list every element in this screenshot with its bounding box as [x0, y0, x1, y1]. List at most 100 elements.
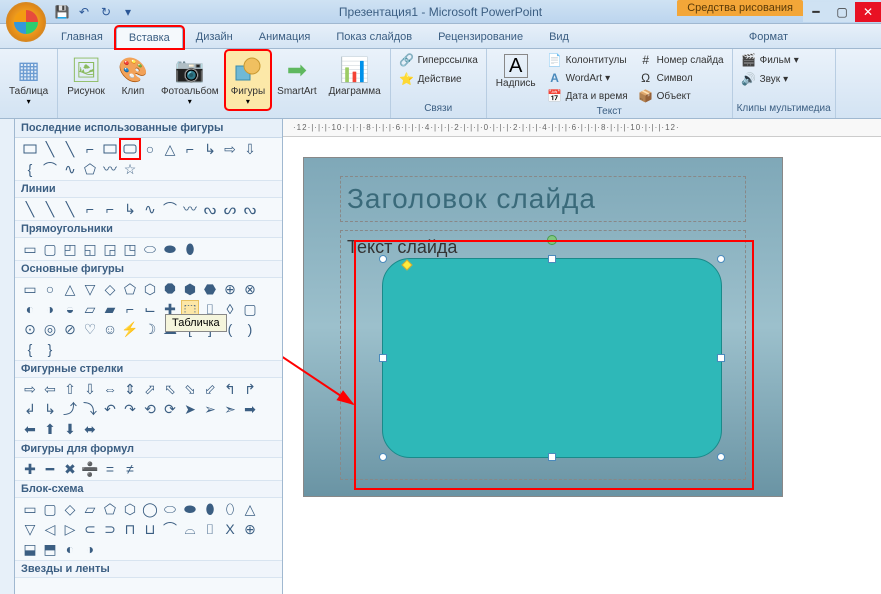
shape-item[interactable]: ▭: [21, 500, 39, 518]
shape-item[interactable]: ◑: [81, 540, 99, 558]
tab-review[interactable]: Рецензирование: [425, 26, 536, 48]
shape-item[interactable]: ⬭: [141, 240, 159, 258]
tab-view[interactable]: Вид: [536, 26, 582, 48]
shape-arrow-d-icon[interactable]: ⇩: [241, 140, 259, 158]
shape-item[interactable]: ⯃: [161, 280, 179, 298]
shape-line-icon[interactable]: ╲: [41, 140, 59, 158]
shape-item[interactable]: ⌐: [121, 300, 139, 318]
shape-item[interactable]: ◯: [141, 500, 159, 518]
shape-arc-icon[interactable]: ⌒: [41, 160, 59, 178]
sound-button[interactable]: 🔊Звук ▾: [737, 70, 793, 88]
shape-item[interactable]: ↲: [21, 400, 39, 418]
movie-button[interactable]: 🎬Фильм ▾: [737, 51, 803, 69]
shape-item[interactable]: ⬀: [141, 380, 159, 398]
shape-curve-icon[interactable]: ∿: [61, 160, 79, 178]
shape-item[interactable]: ◁: [41, 520, 59, 538]
shape-item[interactable]: ▽: [21, 520, 39, 538]
shape-item[interactable]: ↱: [241, 380, 259, 398]
shape-item[interactable]: ⬮: [201, 500, 219, 518]
shape-item[interactable]: ▭: [21, 280, 39, 298]
shape-item[interactable]: ⬡: [121, 500, 139, 518]
shape-item[interactable]: △: [61, 280, 79, 298]
shape-item[interactable]: ): [241, 320, 259, 338]
shape-item[interactable]: ⇧: [61, 380, 79, 398]
selection-handle-e[interactable]: [717, 354, 725, 362]
shape-item[interactable]: ◇: [101, 280, 119, 298]
chart-button[interactable]: 📊Диаграмма: [324, 51, 386, 100]
shape-item[interactable]: ➡: [241, 400, 259, 418]
rotation-handle[interactable]: [547, 235, 557, 245]
shape-item[interactable]: ▰: [101, 300, 119, 318]
shape-item[interactable]: ⬒: [41, 540, 59, 558]
shape-item[interactable]: 〰: [181, 200, 199, 218]
selection-handle-sw[interactable]: [379, 453, 387, 461]
close-button[interactable]: ✕: [855, 2, 881, 22]
shape-item[interactable]: ↰: [221, 380, 239, 398]
photoalbum-button[interactable]: 📷Фотоальбом▾: [156, 51, 224, 109]
shape-item[interactable]: ⌒: [161, 200, 179, 218]
shape-item[interactable]: ⊙: [21, 320, 39, 338]
shape-item[interactable]: ᔓ: [201, 200, 219, 218]
shape-item[interactable]: ╲: [21, 200, 39, 218]
shape-item[interactable]: ⬬: [161, 240, 179, 258]
shape-item[interactable]: ↳: [41, 400, 59, 418]
shape-item[interactable]: ⬅: [21, 420, 39, 438]
shape-item[interactable]: ⌓: [181, 520, 199, 538]
selection-handle-n[interactable]: [548, 255, 556, 263]
shape-item[interactable]: ⊃: [101, 520, 119, 538]
symbol-button[interactable]: ΩСимвол: [634, 69, 728, 87]
shape-item[interactable]: ☽: [141, 320, 159, 338]
qat-more-icon[interactable]: ▾: [118, 4, 138, 20]
selection-handle-ne[interactable]: [717, 255, 725, 263]
shape-triangle-icon[interactable]: △: [161, 140, 179, 158]
undo-icon[interactable]: ↶: [74, 4, 94, 20]
shape-item[interactable]: ⊕: [241, 520, 259, 538]
slide-number-button[interactable]: #Номер слайда: [634, 51, 728, 69]
shape-item[interactable]: ☺: [101, 320, 119, 338]
shape-item[interactable]: ▢: [241, 300, 259, 318]
shape-item[interactable]: ↶: [101, 400, 119, 418]
slide-title-placeholder[interactable]: Заголовок слайда: [340, 176, 746, 222]
shape-item[interactable]: ⟲: [141, 400, 159, 418]
shape-item[interactable]: ᔕ: [221, 200, 239, 218]
shape-item[interactable]: ⇔: [101, 380, 119, 398]
shape-item[interactable]: ⊕: [221, 280, 239, 298]
shape-item[interactable]: ⬠: [101, 500, 119, 518]
shape-line2-icon[interactable]: ╲: [61, 140, 79, 158]
shape-item[interactable]: ⇦: [41, 380, 59, 398]
shape-item[interactable]: X: [221, 520, 239, 538]
shape-item[interactable]: ⟳: [161, 400, 179, 418]
shape-item[interactable]: ⇩: [81, 380, 99, 398]
shape-item[interactable]: ⬠: [121, 280, 139, 298]
shape-rounded-rect-icon[interactable]: [121, 140, 139, 158]
shape-item[interactable]: ⊓: [121, 520, 139, 538]
picture-button[interactable]: 🖼Рисунок: [62, 51, 110, 100]
shape-item[interactable]: ◲: [101, 240, 119, 258]
office-button[interactable]: [6, 2, 46, 42]
slide-thumbnail-strip[interactable]: [0, 119, 15, 594]
shape-item[interactable]: ⬂: [181, 380, 199, 398]
shape-item[interactable]: ⬆: [41, 420, 59, 438]
inserted-rounded-rect-shape[interactable]: [382, 258, 722, 458]
shape-item[interactable]: ⬣: [201, 280, 219, 298]
shape-item[interactable]: ➗: [81, 460, 99, 478]
shape-item[interactable]: {: [21, 340, 39, 358]
shapes-button[interactable]: Фигуры▾: [226, 51, 270, 109]
shape-item[interactable]: ▢: [41, 500, 59, 518]
shape-item[interactable]: ⤴: [61, 400, 79, 418]
shape-item[interactable]: ▷: [61, 520, 79, 538]
tab-home[interactable]: Главная: [48, 26, 116, 48]
selection-handle-se[interactable]: [717, 453, 725, 461]
shape-item[interactable]: ⇕: [121, 380, 139, 398]
shape-item[interactable]: ⬌: [81, 420, 99, 438]
shape-item[interactable]: ⊂: [81, 520, 99, 538]
shape-item[interactable]: △: [241, 500, 259, 518]
slide-canvas[interactable]: Заголовок слайда Текст слайда: [303, 157, 861, 497]
shape-item[interactable]: ⌷: [201, 520, 219, 538]
tab-insert[interactable]: Вставка: [116, 27, 183, 48]
shape-item[interactable]: ◑: [41, 300, 59, 318]
shape-item[interactable]: ⬁: [161, 380, 179, 398]
shape-item[interactable]: ⬓: [21, 540, 39, 558]
shape-item[interactable]: ▭: [21, 240, 39, 258]
shape-arrow-r-icon[interactable]: ⇨: [221, 140, 239, 158]
